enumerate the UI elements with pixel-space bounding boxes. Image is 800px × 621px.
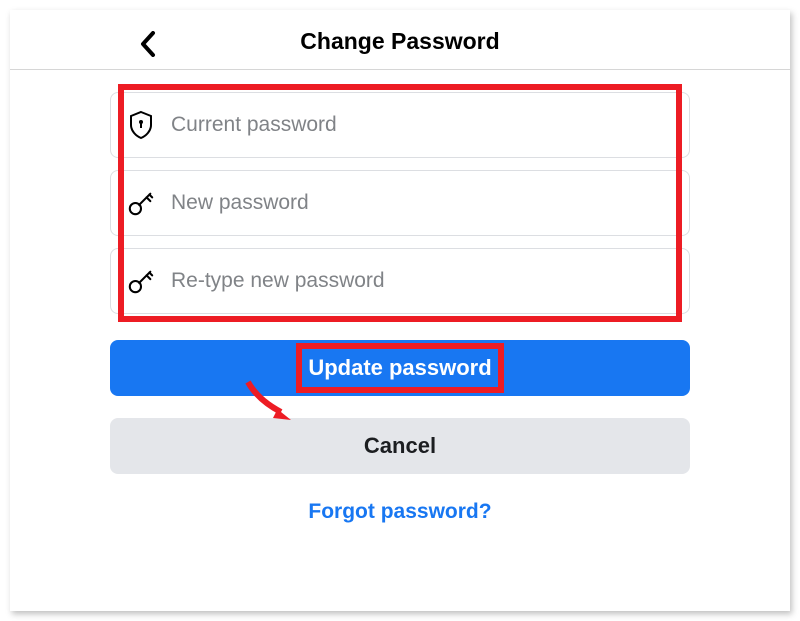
retype-password-input[interactable] <box>171 269 673 293</box>
new-password-row[interactable] <box>110 170 690 236</box>
key-icon <box>127 267 155 295</box>
cancel-label: Cancel <box>364 433 436 458</box>
password-fields-group <box>110 92 690 314</box>
screen-frame: Change Password <box>10 10 790 611</box>
shield-keyhole-icon <box>127 111 155 139</box>
current-password-row[interactable] <box>110 92 690 158</box>
key-icon <box>127 189 155 217</box>
form-area <box>10 70 790 314</box>
chevron-left-icon <box>139 31 157 57</box>
forgot-password-label: Forgot password? <box>308 500 491 523</box>
buttons-area: Update password Cancel Forgot password? <box>10 326 790 524</box>
page-title: Change Password <box>110 28 690 55</box>
cancel-button[interactable]: Cancel <box>110 418 690 474</box>
new-password-input[interactable] <box>171 191 673 215</box>
update-password-label: Update password <box>308 355 491 380</box>
update-password-button[interactable]: Update password <box>110 340 690 396</box>
current-password-input[interactable] <box>171 113 673 137</box>
forgot-password-link[interactable]: Forgot password? <box>110 500 690 524</box>
back-button[interactable] <box>132 28 164 60</box>
header: Change Password <box>10 28 790 70</box>
retype-password-row[interactable] <box>110 248 690 314</box>
